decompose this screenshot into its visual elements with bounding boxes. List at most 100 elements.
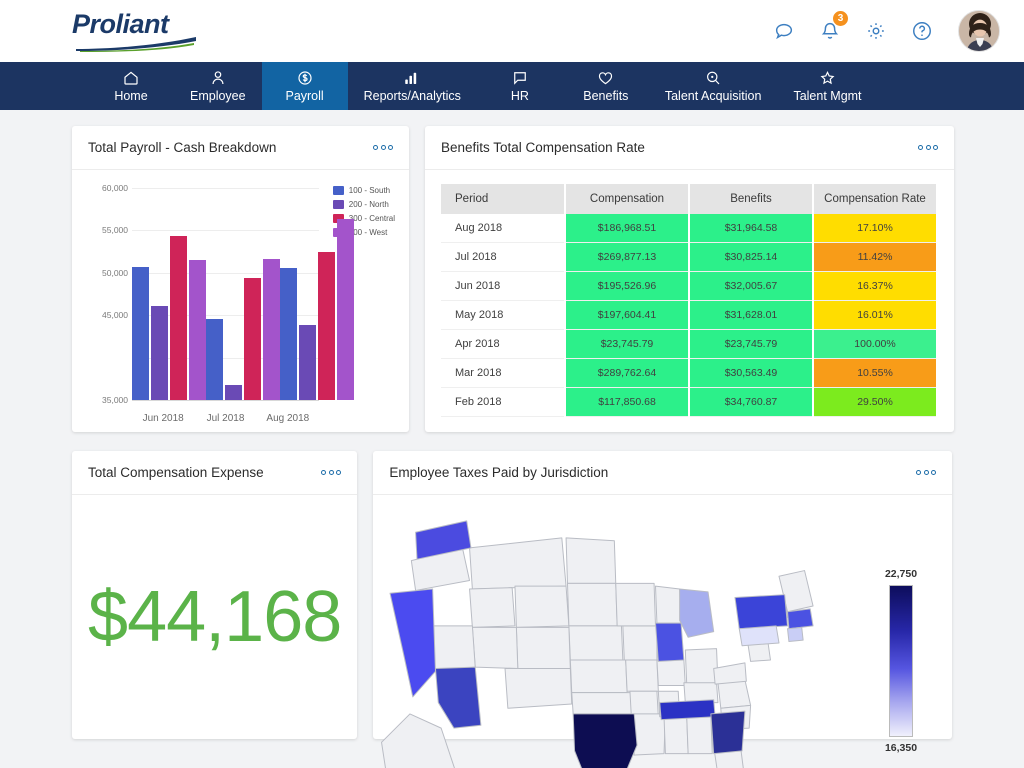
table-column-header[interactable]: Benefits bbox=[689, 184, 814, 214]
nav-item-home[interactable]: Home bbox=[88, 62, 174, 110]
chart-bar[interactable] bbox=[206, 319, 223, 400]
chart-bar[interactable] bbox=[280, 268, 297, 400]
cell-benefits: $31,964.58 bbox=[689, 214, 814, 243]
table-header-row: Period Compensation Benefits Compensation R… bbox=[441, 184, 938, 214]
table-column-header[interactable]: Compensation bbox=[565, 184, 690, 214]
chat-icon[interactable] bbox=[770, 17, 798, 45]
map-state-texas bbox=[573, 713, 638, 768]
table-row[interactable]: Feb 2018 $117,850.68 $34,760.87 29.50% bbox=[441, 387, 938, 417]
table-column-header[interactable]: Compensation Rate bbox=[813, 184, 938, 214]
user-avatar[interactable] bbox=[958, 10, 1000, 52]
dollar-circle-icon bbox=[296, 69, 314, 86]
more-options-icon-benefits-rate[interactable] bbox=[918, 145, 938, 150]
more-options-icon-compensation-expense[interactable] bbox=[321, 470, 342, 475]
cell-compensation-rate: 16.01% bbox=[813, 300, 938, 330]
card-total-compensation-expense: Total Compensation Expense $44,168 bbox=[72, 451, 358, 739]
bar-chart-total-payroll: 100 - South 200 - North 300 - Central 400 -… bbox=[84, 180, 397, 430]
cell-compensation-rate: 11.42% bbox=[813, 242, 938, 272]
table-row[interactable]: Jul 2018 $269,877.13 $30,825.14 11.42% bbox=[441, 242, 938, 272]
cell-period: Jun 2018 bbox=[441, 271, 566, 301]
chart-x-axis-label: Jul 2018 bbox=[206, 413, 245, 424]
heart-icon bbox=[596, 69, 615, 86]
cell-compensation-rate: 17.10% bbox=[813, 214, 938, 243]
chart-bar[interactable] bbox=[132, 266, 149, 400]
chart-legend-label: 300 - Central bbox=[348, 214, 395, 223]
chart-bar[interactable] bbox=[170, 235, 187, 400]
nav-item-hr[interactable]: HR bbox=[477, 62, 563, 110]
us-choropleth-map[interactable] bbox=[373, 501, 856, 768]
nav-label-benefits: Benefits bbox=[583, 89, 629, 103]
chart-y-axis-label: 60,000 bbox=[102, 183, 128, 193]
nav-label-talent-acquisition: Talent Acquisition bbox=[664, 89, 762, 103]
cell-period: May 2018 bbox=[441, 300, 566, 330]
map-state-massachusetts bbox=[787, 608, 814, 630]
chart-y-axis-label: 45,000 bbox=[102, 310, 128, 321]
chart-bar[interactable] bbox=[318, 252, 335, 400]
star-icon bbox=[818, 69, 837, 86]
map-state-california bbox=[389, 588, 437, 698]
home-icon bbox=[122, 69, 140, 86]
nav-item-talent-mgmt[interactable]: Talent Mgmt bbox=[777, 62, 877, 110]
benefits-compensation-table: Period Compensation Benefits Compensation R… bbox=[441, 184, 938, 417]
cell-benefits: $23,745.79 bbox=[689, 329, 814, 359]
map-legend: 22,750 16,350 bbox=[856, 568, 952, 754]
brand-name: Proliant bbox=[72, 8, 169, 39]
table-column-header[interactable]: Period bbox=[441, 184, 566, 214]
map-legend-gradient-bar bbox=[889, 584, 913, 737]
table-row[interactable]: Apr 2018 $23,745.79 $23,745.79 100.00% bbox=[441, 329, 938, 359]
chart-bar[interactable] bbox=[151, 306, 168, 400]
table-row[interactable]: May 2018 $197,604.41 $31,628.01 16.01% bbox=[441, 300, 938, 330]
card-header-compensation-expense: Total Compensation Expense bbox=[72, 451, 358, 495]
nav-item-talent-acquisition[interactable]: Talent Acquisition bbox=[649, 62, 778, 110]
bar-chart-icon bbox=[402, 69, 422, 86]
table-row[interactable]: Jun 2018 $195,526.96 $32,005.67 16.37% bbox=[441, 271, 938, 301]
chart-y-axis-label: 50,000 bbox=[102, 267, 128, 278]
nav-label-talent-mgmt: Talent Mgmt bbox=[793, 89, 862, 103]
cell-compensation: $186,968.51 bbox=[565, 214, 690, 243]
speech-bubble-icon bbox=[511, 69, 529, 86]
chart-legend-label: 100 - South bbox=[348, 186, 391, 195]
chart-bar[interactable] bbox=[225, 384, 242, 400]
gear-icon[interactable] bbox=[862, 17, 890, 45]
nav-label-payroll: Payroll bbox=[285, 89, 324, 103]
brand-logo[interactable]: Proliant bbox=[72, 8, 204, 54]
table-row[interactable]: Aug 2018 $186,968.51 $31,964.58 17.10% bbox=[441, 214, 938, 243]
chart-bar[interactable] bbox=[244, 277, 261, 400]
cell-period: Jul 2018 bbox=[441, 242, 566, 272]
nav-item-payroll[interactable]: Payroll bbox=[261, 62, 348, 110]
cell-compensation-rate: 100.00% bbox=[813, 329, 938, 359]
map-area: 22,750 16,350 bbox=[373, 495, 952, 768]
table-row[interactable]: Mar 2018 $289,762.64 $30,563.49 10.55% bbox=[441, 358, 938, 388]
more-options-icon-employee-taxes-map[interactable] bbox=[916, 470, 936, 475]
chart-bar[interactable] bbox=[189, 260, 206, 400]
chart-y-axis-label: 55,000 bbox=[102, 225, 128, 236]
notification-badge: 3 bbox=[832, 10, 849, 27]
chart-legend-label: 400 - West bbox=[348, 228, 388, 237]
card-body-benefits-rate: Period Compensation Benefits Compensation R… bbox=[425, 170, 954, 432]
nav-item-reports-analytics[interactable]: Reports/Analytics bbox=[348, 62, 477, 110]
cell-period: Feb 2018 bbox=[441, 387, 566, 417]
card-header-total-payroll: Total Payroll - Cash Breakdown bbox=[72, 126, 409, 170]
chart-bar[interactable] bbox=[263, 259, 280, 400]
nav-item-benefits[interactable]: Benefits bbox=[563, 62, 649, 110]
card-body-total-payroll: 100 - South 200 - North 300 - Central 400 -… bbox=[72, 170, 409, 438]
cell-compensation: $197,604.41 bbox=[565, 300, 690, 330]
chart-bar-group bbox=[206, 188, 280, 400]
chart-x-axis-label: Aug 2018 bbox=[266, 413, 310, 424]
card-header-benefits-rate: Benefits Total Compensation Rate bbox=[425, 126, 954, 170]
chart-bar[interactable] bbox=[337, 218, 354, 400]
card-benefits-rate: Benefits Total Compensation Rate Period C… bbox=[425, 126, 954, 432]
cell-compensation: $195,526.96 bbox=[565, 271, 690, 301]
nav-item-employee[interactable]: Employee bbox=[174, 62, 262, 110]
dashboard-content: Total Payroll - Cash Breakdown 100 - Sou… bbox=[0, 110, 1024, 768]
nav-label-reports: Reports/Analytics bbox=[363, 89, 461, 103]
help-icon[interactable] bbox=[908, 17, 936, 45]
map-state-new-york bbox=[734, 594, 789, 630]
top-bar: Proliant 3 bbox=[0, 0, 1024, 62]
card-total-payroll: Total Payroll - Cash Breakdown 100 - Sou… bbox=[72, 126, 409, 432]
chart-gridline bbox=[132, 400, 319, 401]
more-options-icon-total-payroll[interactable] bbox=[373, 145, 393, 150]
cell-compensation: $269,877.13 bbox=[565, 242, 690, 272]
chart-bar[interactable] bbox=[299, 325, 316, 400]
notifications-icon[interactable]: 3 bbox=[816, 10, 849, 45]
